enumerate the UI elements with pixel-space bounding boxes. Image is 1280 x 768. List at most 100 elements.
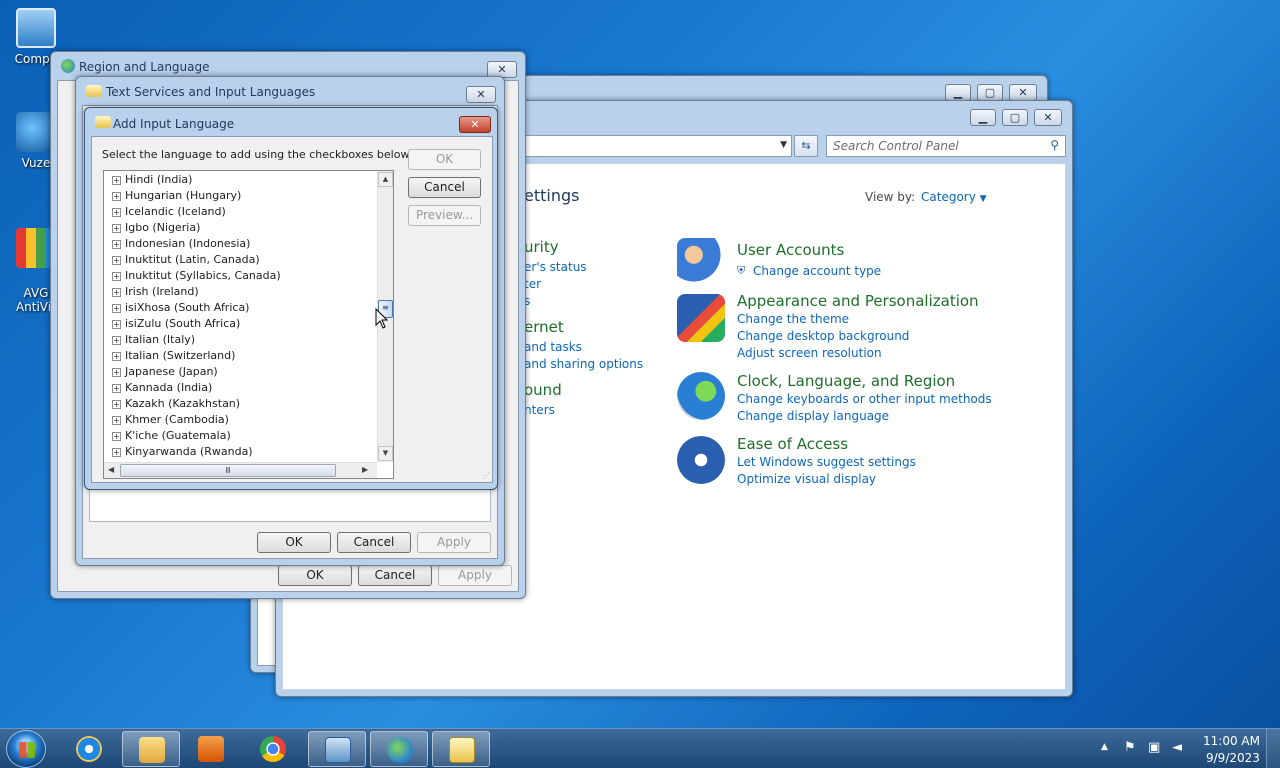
category-ease-of-access[interactable]: Ease of Access <box>737 435 848 453</box>
partial-category-link[interactable]: and sharing options <box>524 357 643 371</box>
expand-icon[interactable]: + <box>112 400 121 409</box>
expand-icon[interactable]: + <box>112 384 121 393</box>
expand-icon[interactable]: + <box>112 304 121 313</box>
scroll-down-button[interactable]: ▼ <box>378 446 393 461</box>
clock-time[interactable]: 11:00 AM <box>1203 734 1260 748</box>
expand-icon[interactable]: + <box>112 176 121 185</box>
language-list-item[interactable]: + Kannada (India) <box>112 381 212 397</box>
partial-category-link[interactable]: nters <box>524 403 555 417</box>
expand-icon[interactable]: + <box>112 352 121 361</box>
language-list-item[interactable]: + Hindi (India) <box>112 173 192 189</box>
language-list-item[interactable]: + Irish (Ireland) <box>112 285 199 301</box>
language-list[interactable]: + Hindi (India) + Hungarian (Hungary) + Icela… <box>103 170 394 479</box>
category-appearance[interactable]: Appearance and Personalization <box>737 292 979 310</box>
show-desktop-button[interactable] <box>1266 729 1280 768</box>
language-list-item[interactable]: + Indonesian (Indonesia) <box>112 237 250 253</box>
language-list-item[interactable]: + K'iche (Guatemala) <box>112 429 231 445</box>
maximize-button[interactable]: ▢ <box>977 84 1003 101</box>
language-list-item[interactable]: + Japanese (Japan) <box>112 365 218 381</box>
scroll-right-button[interactable]: ▶ <box>362 465 368 474</box>
expand-icon[interactable]: + <box>112 320 121 329</box>
language-list-item[interactable]: + Hungarian (Hungary) <box>112 189 241 205</box>
language-list-item[interactable]: + Igbo (Nigeria) <box>112 221 200 237</box>
search-input[interactable]: Search Control Panel <box>833 139 959 153</box>
close-button[interactable]: ✕ <box>1034 109 1062 126</box>
language-list-item[interactable]: + isiZulu (South Africa) <box>112 317 240 333</box>
taskbar-explorer[interactable] <box>122 731 180 767</box>
link-optimize-visual-display[interactable]: Optimize visual display <box>737 472 876 486</box>
expand-icon[interactable]: + <box>112 272 121 281</box>
language-list-item[interactable]: + Kinyarwanda (Rwanda) <box>112 445 253 461</box>
partial-category-title[interactable]: ound <box>524 381 562 399</box>
resize-grip-icon[interactable]: ⋰ <box>482 471 490 480</box>
expand-icon[interactable]: + <box>112 256 121 265</box>
taskbar-region-language[interactable] <box>370 731 428 767</box>
scroll-left-button[interactable]: ◀ <box>108 465 114 474</box>
partial-category-link[interactable]: er's status <box>524 260 587 274</box>
volume-muted-icon[interactable]: ◄ <box>1172 740 1182 755</box>
partial-category-link[interactable]: and tasks <box>524 340 582 354</box>
expand-icon[interactable]: + <box>112 208 121 217</box>
refresh-button[interactable]: ⇆ <box>794 135 818 157</box>
link-change-desktop-background[interactable]: Change desktop background <box>737 329 909 343</box>
close-button[interactable]: ✕ <box>459 116 491 133</box>
dialog-preview-button[interactable]: Preview... <box>408 205 481 226</box>
expand-icon[interactable]: + <box>112 448 121 457</box>
search-box[interactable]: Search Control Panel ⚲ <box>826 135 1066 157</box>
language-list-item[interactable]: + Italian (Switzerland) <box>112 349 235 365</box>
clock-date[interactable]: 9/9/2023 <box>1206 751 1260 765</box>
show-hidden-icons-button[interactable]: ▲ <box>1101 742 1108 752</box>
partial-category-title[interactable]: ernet <box>524 318 564 336</box>
taskbar-media-player[interactable] <box>182 731 240 767</box>
category-user-accounts[interactable]: User Accounts <box>737 241 844 259</box>
minimize-button[interactable]: ▁ <box>970 109 996 126</box>
action-center-icon[interactable]: ⚑ <box>1124 740 1136 755</box>
close-button[interactable]: ✕ <box>1009 84 1037 101</box>
category-clock-language-region[interactable]: Clock, Language, and Region <box>737 372 955 390</box>
expand-icon[interactable]: + <box>112 416 121 425</box>
chevron-down-icon[interactable]: ▼ <box>780 140 787 150</box>
taskbar-internet-explorer[interactable] <box>60 731 118 767</box>
link-let-windows-suggest[interactable]: Let Windows suggest settings <box>737 455 916 469</box>
link-change-display-language[interactable]: Change display language <box>737 409 889 423</box>
language-list-item[interactable]: + Inuktitut (Latin, Canada) <box>112 253 260 269</box>
language-list-item[interactable]: + Khmer (Cambodia) <box>112 413 229 429</box>
expand-icon[interactable]: + <box>112 288 121 297</box>
view-by-dropdown[interactable]: Category ▼ <box>921 190 987 204</box>
region-cancel-button[interactable]: Cancel <box>358 565 432 586</box>
start-button[interactable] <box>6 730 46 768</box>
language-list-item[interactable]: + Kazakh (Kazakhstan) <box>112 397 240 413</box>
close-button[interactable]: ✕ <box>466 86 496 103</box>
horizontal-scrollbar[interactable]: ◀ Ⅲ ▶ <box>104 462 377 478</box>
taskbar-text-services[interactable] <box>432 731 490 767</box>
dialog-cancel-button[interactable]: Cancel <box>408 177 481 198</box>
expand-icon[interactable]: + <box>112 224 121 233</box>
link-change-theme[interactable]: Change the theme <box>737 312 849 326</box>
maximize-button[interactable]: ▢ <box>1002 109 1028 126</box>
expand-icon[interactable]: + <box>112 336 121 345</box>
expand-icon[interactable]: + <box>112 432 121 441</box>
expand-icon[interactable]: + <box>112 368 121 377</box>
partial-category-title[interactable]: urity <box>524 238 559 256</box>
language-list-item[interactable]: + isiXhosa (South Africa) <box>112 301 249 317</box>
link-adjust-screen-resolution[interactable]: Adjust screen resolution <box>737 346 882 360</box>
network-icon[interactable]: ▣ <box>1148 740 1160 755</box>
text-services-cancel-button[interactable]: Cancel <box>337 532 411 553</box>
partial-category-link[interactable]: ter <box>524 277 541 291</box>
text-services-ok-button[interactable]: OK <box>257 532 331 553</box>
taskbar-chrome[interactable] <box>244 731 302 767</box>
horizontal-scroll-thumb[interactable]: Ⅲ <box>120 464 336 477</box>
region-apply-button[interactable]: Apply <box>438 565 512 586</box>
link-change-keyboards[interactable]: Change keyboards or other input methods <box>737 392 992 406</box>
region-ok-button[interactable]: OK <box>278 565 352 586</box>
language-list-item[interactable]: + Italian (Italy) <box>112 333 195 349</box>
taskbar-control-panel[interactable] <box>308 731 366 767</box>
language-list-item[interactable]: + Inuktitut (Syllabics, Canada) <box>112 269 281 285</box>
expand-icon[interactable]: + <box>112 192 121 201</box>
language-list-item[interactable]: + Icelandic (Iceland) <box>112 205 226 221</box>
dialog-ok-button[interactable]: OK <box>408 149 481 170</box>
text-services-apply-button[interactable]: Apply <box>417 532 491 553</box>
link-change-account-type[interactable]: Change account type <box>753 264 881 278</box>
expand-icon[interactable]: + <box>112 240 121 249</box>
scroll-up-button[interactable]: ▲ <box>378 172 393 187</box>
